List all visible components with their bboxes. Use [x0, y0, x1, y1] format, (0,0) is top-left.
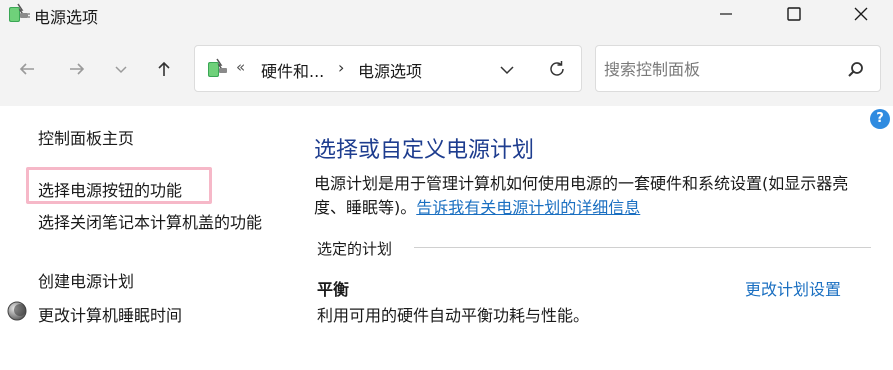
forward-arrow-icon [70, 63, 85, 75]
back-arrow-icon [19, 63, 34, 75]
address-dropdown-button[interactable] [495, 60, 519, 80]
plan-description: 利用可用的硬件自动平衡功耗与性能。 [317, 306, 590, 325]
sidebar-item-power-button[interactable]: 选择电源按钮的功能 [38, 177, 182, 201]
learn-more-link[interactable]: 告诉我有关电源计划的详细信息 [416, 198, 640, 217]
page-title: 选择或自定义电源计划 [314, 138, 535, 163]
chevron-down-icon [500, 66, 514, 75]
breadcrumb-power-options[interactable]: 电源选项 [358, 58, 422, 82]
breadcrumb-hardware[interactable]: 硬件和... [261, 58, 324, 82]
section-label: 选定的计划 [317, 240, 393, 258]
change-plan-settings-link[interactable]: 更改计划设置 [745, 276, 841, 300]
minimize-button[interactable] [703, 0, 749, 28]
close-icon [854, 7, 868, 21]
page-description: 电源计划是用于管理计算机如何使用电源的一套硬件和系统设置(如显示器亮度、睡眠等)… [314, 172, 874, 220]
back-button[interactable] [12, 54, 42, 84]
maximize-button[interactable] [771, 0, 817, 28]
plan-name: 平衡 [317, 280, 350, 299]
breadcrumb-separator[interactable]: › [338, 58, 344, 77]
address-overflow[interactable]: « [236, 58, 245, 76]
address-bar[interactable]: « 硬件和... › 电源选项 [194, 45, 582, 92]
title-bar: 电源选项 [0, 0, 893, 30]
refresh-icon [550, 61, 564, 76]
help-button[interactable]: ? [870, 109, 890, 129]
navigation-bar: « 硬件和... › 电源选项 [0, 30, 893, 106]
sidebar-item-sleep-time[interactable]: 更改计算机睡眠时间 [38, 302, 182, 326]
forward-button[interactable] [62, 54, 92, 84]
sidebar-item-lid-close[interactable]: 选择关闭笔记本计算机盖的功能 [38, 211, 268, 234]
chevron-down-icon [115, 66, 127, 74]
power-options-icon [9, 3, 30, 22]
search-icon[interactable] [846, 60, 866, 80]
section-divider [414, 247, 871, 248]
moon-icon [7, 301, 27, 321]
maximize-icon [787, 7, 801, 21]
power-options-icon [208, 58, 227, 77]
up-arrow-icon [158, 61, 170, 76]
sidebar-item-control-panel-home[interactable]: 控制面板主页 [38, 125, 134, 149]
recent-locations-button[interactable] [106, 54, 136, 84]
close-button[interactable] [838, 0, 884, 28]
minimize-icon [720, 13, 732, 15]
up-button[interactable] [149, 54, 179, 84]
window-title: 电源选项 [34, 8, 99, 27]
refresh-button[interactable] [545, 57, 569, 81]
sidebar-item-create-plan[interactable]: 创建电源计划 [38, 268, 134, 292]
search-box[interactable] [595, 45, 881, 92]
search-input[interactable] [604, 56, 834, 82]
